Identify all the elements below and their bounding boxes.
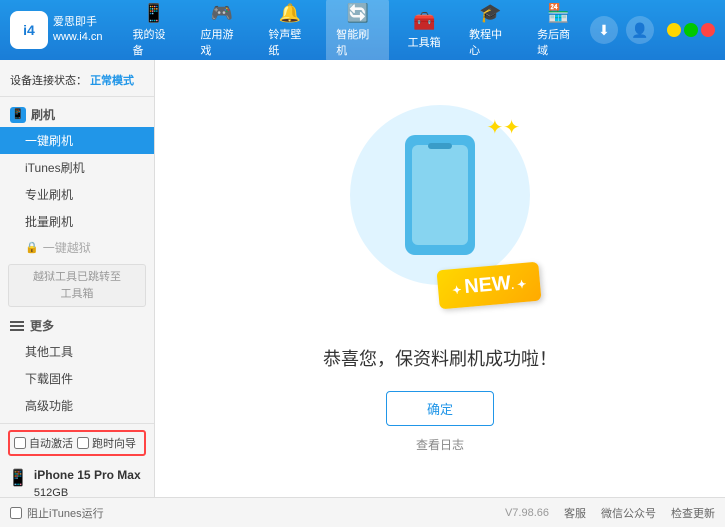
- success-message: 恭喜您，保资料刷机成功啦！: [323, 345, 557, 371]
- sidebar-bottom: 自动激活 跑时向导 📱 iPhone 15 Pro Max 512GB iPho…: [0, 423, 154, 497]
- phone-screen: [412, 145, 468, 245]
- sparkles-icon: ✦✦: [486, 115, 520, 140]
- toolbox-nav-icon: 🧰: [413, 11, 435, 32]
- download-icon: ⬇: [598, 22, 610, 39]
- more-section-header: 更多: [0, 311, 154, 338]
- nav-my-device[interactable]: 📱 我的设备: [123, 0, 186, 63]
- sidebar-item-batch-flash[interactable]: 批量刷机: [0, 208, 154, 235]
- ringtones-nav-icon: 🔔: [279, 3, 301, 24]
- logo-letter: i4: [23, 22, 35, 38]
- footer-items: V7.98.66 客服 微信公众号 检查更新: [505, 505, 715, 521]
- device-phone-icon: 📱: [8, 468, 28, 488]
- confirm-button[interactable]: 确定: [386, 391, 494, 426]
- phone-illustration: ✦✦ ✦ NEW. ✦: [340, 105, 540, 325]
- check-update-link[interactable]: 检查更新: [671, 505, 715, 521]
- user-icon: 👤: [631, 22, 648, 39]
- auto-activate-checkbox[interactable]: 自动激活: [14, 435, 73, 451]
- flash-section-header: 📱 刷机: [0, 102, 154, 127]
- phone-notch: [428, 143, 452, 149]
- nav-apps-games[interactable]: 🎮 应用游戏: [190, 0, 253, 63]
- device-nav-icon: 📱: [143, 3, 165, 24]
- apps-nav-icon: 🎮: [211, 3, 233, 24]
- logo-text: 爱思即手 www.i4.cn: [53, 15, 103, 46]
- sidebar-item-download-firmware[interactable]: 下载固件: [0, 365, 154, 392]
- new-badge: ✦ NEW. ✦: [436, 261, 541, 309]
- stop-itunes-label: 阻止iTunes运行: [27, 505, 104, 521]
- sidebar-item-other-tools[interactable]: 其他工具: [0, 338, 154, 365]
- service-nav-icon: 🏪: [547, 3, 569, 24]
- footer: 阻止iTunes运行 V7.98.66 客服 微信公众号 检查更新: [0, 497, 725, 527]
- version-label: V7.98.66: [505, 507, 549, 519]
- sidebar-item-pro-flash[interactable]: 专业刷机: [0, 181, 154, 208]
- nav-smart-flash[interactable]: 🔄 智能刷机: [326, 0, 389, 63]
- view-log-link[interactable]: 查看日志: [416, 436, 464, 453]
- customer-service-link[interactable]: 客服: [564, 505, 586, 521]
- auto-options-row: 自动激活 跑时向导: [8, 430, 146, 456]
- wechat-link[interactable]: 微信公众号: [601, 505, 656, 521]
- nav-ringtones[interactable]: 🔔 铃声壁纸: [258, 0, 321, 63]
- header: i4 爱思即手 www.i4.cn 📱 我的设备 🎮 应用游戏 🔔 铃声壁纸 🔄…: [0, 0, 725, 60]
- user-button[interactable]: 👤: [626, 16, 654, 44]
- disabled-box: 越狱工具已跳转至 工具箱: [8, 264, 146, 307]
- maximize-button[interactable]: [684, 23, 698, 37]
- device-details: iPhone 15 Pro Max 512GB iPhone: [34, 466, 141, 497]
- flash-nav-icon: 🔄: [347, 3, 369, 24]
- device-info-panel: 📱 iPhone 15 Pro Max 512GB iPhone: [8, 462, 146, 497]
- nav-bar: 📱 我的设备 🎮 应用游戏 🔔 铃声壁纸 🔄 智能刷机 🧰 工具箱 🎓 教程中心…: [123, 0, 590, 63]
- sidebar-item-itunes-flash[interactable]: iTunes刷机: [0, 154, 154, 181]
- tutorial-nav-icon: 🎓: [479, 3, 501, 24]
- sidebar-item-jailbreak-disabled: 🔒 一键越狱: [0, 235, 154, 260]
- stop-itunes-checkbox[interactable]: [10, 507, 22, 519]
- sidebar-item-advanced[interactable]: 高级功能: [0, 392, 154, 419]
- lock-icon: 🔒: [25, 241, 39, 254]
- status-bar: 设备连接状态： 正常模式: [0, 68, 154, 97]
- auto-guide-checkbox[interactable]: 跑时向导: [77, 435, 136, 451]
- footer-left: 阻止iTunes运行: [10, 505, 104, 521]
- minimize-button[interactable]: [667, 23, 681, 37]
- nav-service[interactable]: 🏪 务后商域: [527, 0, 590, 63]
- logo: i4 爱思即手 www.i4.cn: [10, 11, 103, 49]
- phone-body: [405, 135, 475, 255]
- close-button[interactable]: [701, 23, 715, 37]
- nav-toolbox[interactable]: 🧰 工具箱: [394, 6, 454, 55]
- flash-section-icon: 📱: [10, 107, 26, 123]
- main-container: 设备连接状态： 正常模式 📱 刷机 一键刷机 iTunes刷机 专业刷机 批量刷…: [0, 60, 725, 497]
- download-button[interactable]: ⬇: [590, 16, 618, 44]
- window-controls: [667, 23, 715, 37]
- nav-tutorial[interactable]: 🎓 教程中心: [459, 0, 522, 63]
- content-area: ✦✦ ✦ NEW. ✦ 恭喜您，保资料刷机成功啦！ 确定 查看日志: [155, 60, 725, 497]
- header-right: ⬇ 👤: [590, 16, 715, 44]
- logo-icon: i4: [10, 11, 48, 49]
- sidebar: 设备连接状态： 正常模式 📱 刷机 一键刷机 iTunes刷机 专业刷机 批量刷…: [0, 60, 155, 497]
- sidebar-item-one-key-flash[interactable]: 一键刷机: [0, 127, 154, 154]
